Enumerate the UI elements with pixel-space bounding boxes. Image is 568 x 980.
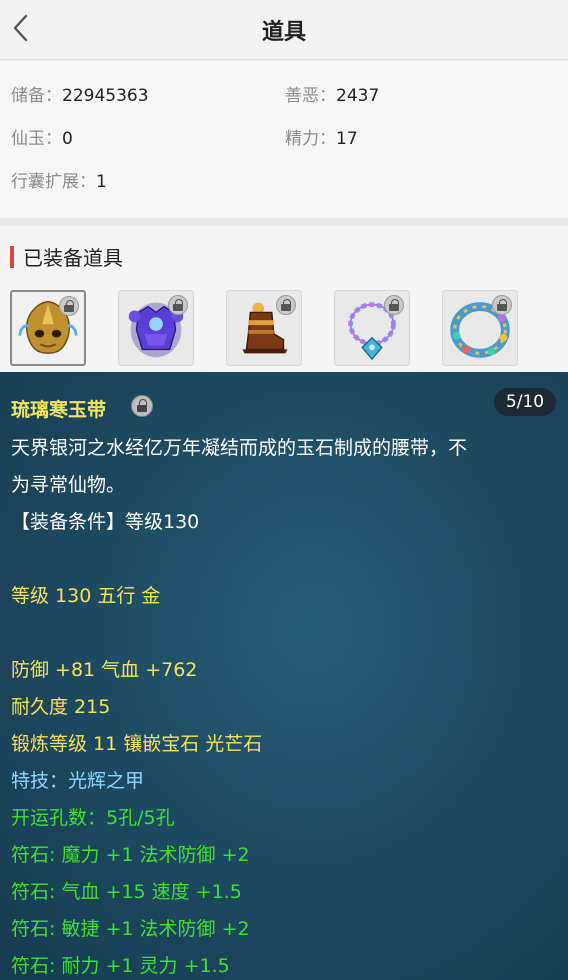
stat-karma-value: 2437 — [336, 86, 380, 106]
stat-karma-label: 善恶： — [285, 86, 336, 106]
nav-bar: 道具 — [0, 0, 568, 60]
section-accent-bar — [10, 245, 14, 268]
equip-slot-helmet[interactable] — [10, 290, 86, 366]
page-counter-badge: 5/10 — [494, 388, 556, 416]
lock-icon — [131, 395, 153, 417]
stat-bag-value: 1 — [96, 172, 107, 192]
page-title: 道具 — [261, 20, 306, 45]
stat-bag-label: 行囊扩展： — [11, 172, 96, 192]
item-stat-line-1: 防御 +81 气血 +762 — [11, 659, 198, 681]
stats-panel: 储备：22945363 善恶：2437 仙玉：0 精力：17 行囊扩展：1 — [0, 61, 568, 218]
stat-energy: 精力：17 — [285, 124, 358, 149]
item-holes-line: 开运孔数：5孔/5孔 — [11, 807, 175, 829]
item-detail-panel: 琉璃寒玉带 5/10 天界银河之水经亿万年凝结而成的玉石制成的腰带，不 为寻常仙… — [0, 372, 568, 980]
rune-line: 符石: 气血 +15 速度 +1.5 — [11, 881, 242, 903]
item-name: 琉璃寒玉带 — [11, 399, 107, 421]
lock-icon — [384, 295, 404, 315]
section-title-text: 已装备道具 — [23, 246, 123, 270]
lock-icon — [492, 295, 512, 315]
equip-slot-boots[interactable] — [226, 290, 302, 366]
stat-jade-label: 仙玉： — [11, 129, 62, 149]
equipped-section: 已装备道具 — [0, 226, 568, 372]
item-stat-line-3: 锻炼等级 11 镶嵌宝石 光芒石 — [11, 733, 263, 755]
stat-energy-value: 17 — [336, 129, 358, 149]
stat-energy-label: 精力： — [285, 129, 336, 149]
stat-jade-value: 0 — [62, 129, 73, 149]
stat-reserve-label: 储备： — [11, 86, 62, 106]
item-description-line-1: 天界银河之水经亿万年凝结而成的玉石制成的腰带，不 — [11, 437, 468, 459]
item-level-line: 等级 130 五行 金 — [11, 585, 161, 607]
equip-slot-armor[interactable] — [118, 290, 194, 366]
stat-reserve-value: 22945363 — [62, 86, 149, 106]
section-divider — [0, 218, 568, 226]
lock-icon — [276, 295, 296, 315]
equip-slot-necklace[interactable] — [334, 290, 410, 366]
stat-bag: 行囊扩展：1 — [11, 167, 107, 192]
rune-line: 符石: 魔力 +1 法术防御 +2 — [11, 844, 250, 866]
rune-line: 符石: 耐力 +1 灵力 +1.5 — [11, 955, 230, 977]
lock-icon — [59, 296, 79, 316]
item-description-line-2: 为寻常仙物。 — [11, 474, 126, 496]
stat-jade: 仙玉：0 — [11, 124, 73, 149]
item-stat-line-2: 耐久度 215 — [11, 696, 111, 718]
rune-line: 符石: 敏捷 +1 法术防御 +2 — [11, 918, 250, 940]
section-title: 已装备道具 — [10, 242, 123, 271]
item-requirement: 【装备条件】等级130 — [11, 511, 200, 533]
lock-icon — [168, 295, 188, 315]
equip-slot-belt[interactable] — [442, 290, 518, 366]
item-skill-line: 特技：光辉之甲 — [11, 770, 145, 792]
stat-reserve: 储备：22945363 — [11, 81, 149, 106]
stat-karma: 善恶：2437 — [285, 81, 379, 106]
